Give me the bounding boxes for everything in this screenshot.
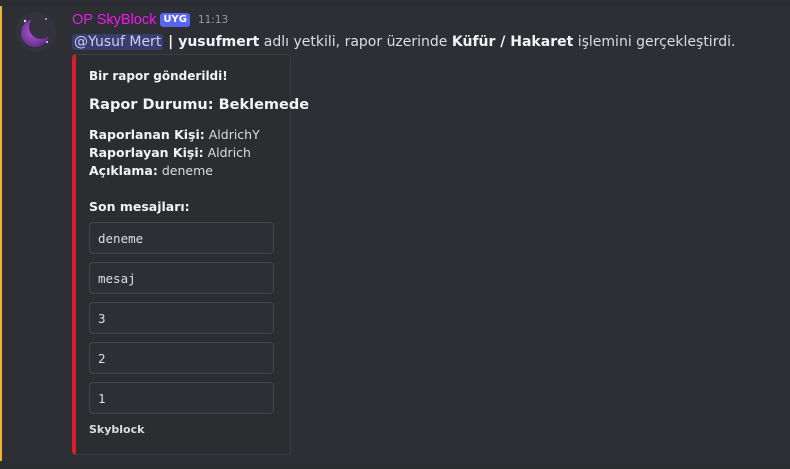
code-text: 1 — [98, 391, 106, 406]
embed-title: Rapor Durumu: Beklemede — [89, 97, 310, 113]
field-reporter: Raporlayan Kişi: Aldrich — [89, 145, 251, 160]
role-tag: UYG — [160, 13, 190, 27]
text-before-action: adlı yetkili, rapor üzerinde — [259, 34, 452, 50]
code-block: 3 — [89, 302, 274, 334]
field-value: AldrichY — [204, 127, 260, 142]
code-block: mesaj — [89, 262, 274, 294]
message-header: OP SkyBlock UYG 11:13 — [72, 10, 228, 30]
field-value: deneme — [157, 163, 213, 178]
moon-logo-icon — [16, 12, 56, 52]
code-text: mesaj — [98, 271, 136, 286]
username[interactable]: OP SkyBlock — [72, 12, 156, 28]
timestamp[interactable]: 11:13 — [198, 14, 228, 26]
code-text: 2 — [98, 351, 106, 366]
message-row: OP SkyBlock UYG 11:13 @Yusuf Mert | yusu… — [0, 6, 790, 461]
avatar[interactable] — [16, 12, 56, 52]
field-key: Açıklama: — [89, 163, 158, 178]
field-value: Aldrich — [203, 145, 251, 160]
user-mention[interactable]: @Yusuf Mert — [72, 34, 164, 50]
code-text: 3 — [98, 311, 106, 326]
code-block: 2 — [89, 342, 274, 374]
moderator-name: yusufmert — [178, 34, 260, 50]
code-text: deneme — [98, 231, 144, 246]
recent-messages-label: Son mesajları: — [89, 199, 190, 214]
message-content: @Yusuf Mert | yusufmert adlı yetkili, ra… — [72, 32, 735, 52]
action-name: Küfür / Hakaret — [451, 34, 574, 50]
code-block: deneme — [89, 222, 274, 254]
field-key: Raporlanan Kişi: — [89, 127, 205, 142]
bottom-strip — [0, 461, 790, 469]
embed-footer: Skyblock — [89, 423, 145, 436]
separator: | — [163, 34, 179, 50]
field-description: Açıklama: deneme — [89, 163, 213, 178]
code-block: 1 — [89, 382, 274, 414]
text-after-action: işlemini gerçekleştirdi. — [573, 34, 736, 50]
embed-author: Bir rapor gönderildi! — [89, 69, 228, 83]
field-reported-player: Raporlanan Kişi: AldrichY — [89, 127, 260, 142]
field-key: Raporlayan Kişi: — [89, 145, 204, 160]
report-embed: Bir rapor gönderildi! Rapor Durumu: Bekl… — [72, 54, 309, 455]
